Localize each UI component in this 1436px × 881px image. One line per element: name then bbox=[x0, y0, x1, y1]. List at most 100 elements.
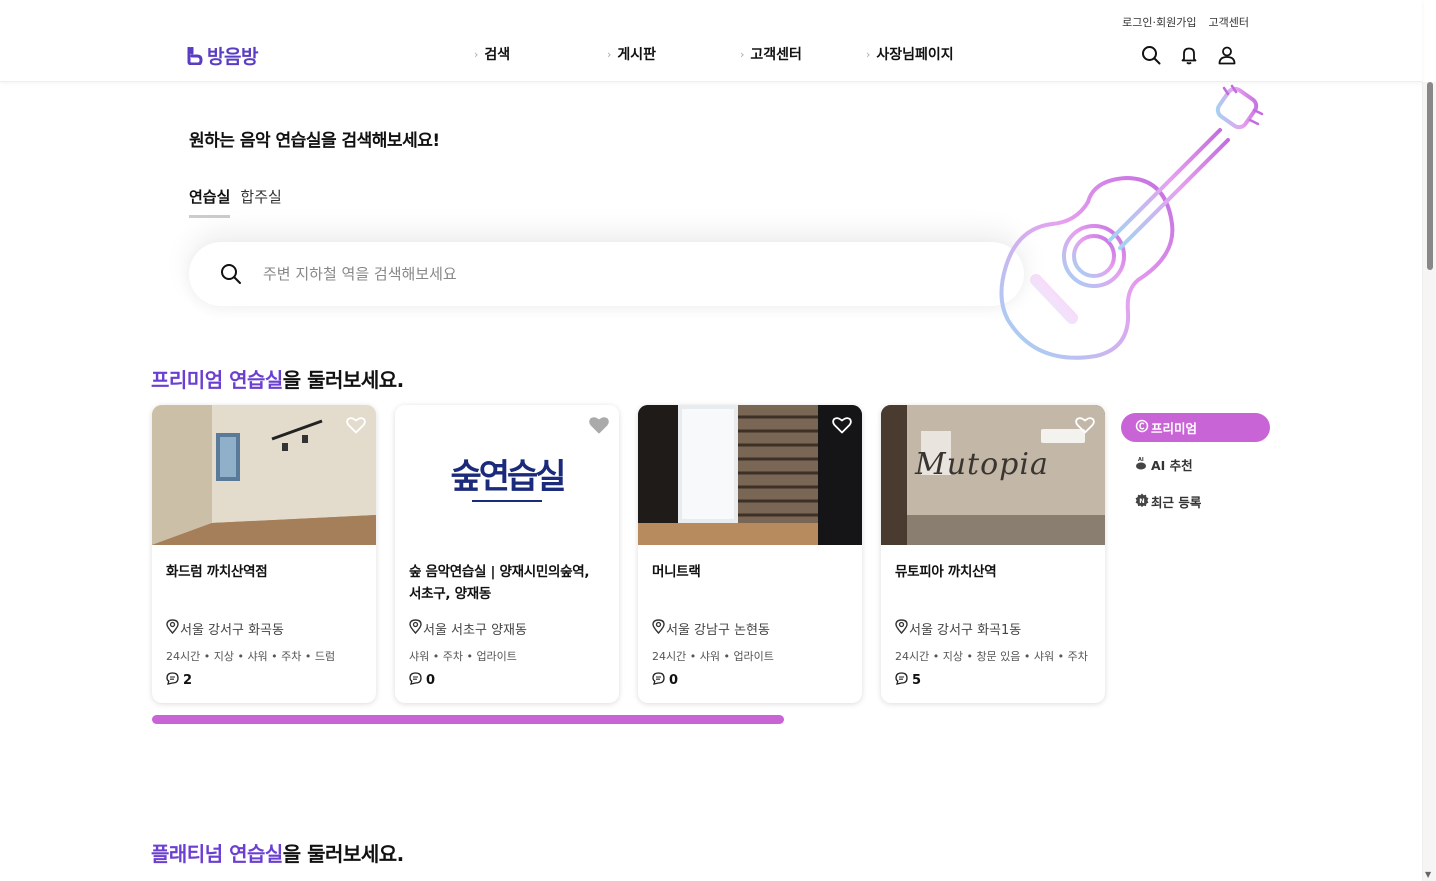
filter-ai-recommend[interactable]: AI AI 추천 bbox=[1121, 450, 1270, 479]
favorite-heart-icon[interactable] bbox=[345, 414, 367, 436]
guitar-illustration bbox=[999, 84, 1264, 360]
chevron-right-icon: › bbox=[866, 47, 871, 61]
address-text: 서울 서초구 양재동 bbox=[423, 623, 527, 638]
hero-title: 원하는 음악 연습실을 검색해보세요! bbox=[189, 131, 440, 151]
comment-icon bbox=[652, 672, 665, 689]
studio-logo-text: Mutopia bbox=[915, 447, 1049, 482]
main-nav: › 검색 › 게시판 › 고객센터 › 사장님페이지 bbox=[474, 44, 986, 64]
studio-name: 머니트랙 bbox=[652, 564, 701, 580]
studio-card[interactable]: 머니트랙 서울 강남구 논현동 24시간 • 샤워 • 업라이트 0 bbox=[638, 405, 862, 703]
premium-card-list: 화드럼 까치산역점 서울 강서구 화곡동 24시간 • 지상 • 샤워 • 주차… bbox=[152, 405, 1105, 703]
studio-photo bbox=[638, 405, 862, 545]
search-icon[interactable] bbox=[1140, 44, 1162, 66]
review-count-value: 5 bbox=[912, 673, 922, 688]
tab-practice-room[interactable]: 연습실 bbox=[189, 186, 231, 218]
filter-premium[interactable]: 프리미엄 bbox=[1121, 413, 1270, 442]
studio-address: 서울 서초구 양재동 bbox=[409, 619, 527, 638]
filter-recent[interactable]: N 최근 등록 bbox=[1121, 487, 1270, 516]
platinum-section-title: 플래티넘 연습실을 둘러보세요. bbox=[151, 838, 404, 867]
nav-item-search[interactable]: › 검색 bbox=[474, 44, 607, 64]
nav-label: 고객센터 bbox=[750, 47, 802, 63]
svg-text:AI: AI bbox=[1138, 457, 1144, 463]
filter-label: 최근 등록 bbox=[1151, 495, 1202, 510]
premium-badge-icon bbox=[1135, 419, 1149, 436]
scroll-down-arrow-icon[interactable]: ▼ bbox=[1425, 870, 1431, 879]
favorite-heart-icon[interactable] bbox=[1074, 414, 1096, 436]
studio-address: 서울 강서구 화곡동 bbox=[166, 619, 284, 638]
nav-label: 검색 bbox=[484, 47, 511, 63]
address-text: 서울 강서구 화곡동 bbox=[180, 623, 284, 638]
studio-photo bbox=[152, 405, 376, 545]
studio-name: 화드럼 까치산역점 bbox=[166, 564, 268, 580]
favorite-heart-icon[interactable] bbox=[831, 414, 853, 436]
location-pin-icon bbox=[895, 619, 908, 638]
search-bar bbox=[189, 242, 1024, 306]
site-logo[interactable]: 방음방 bbox=[186, 42, 258, 69]
room-photo-drawing bbox=[638, 405, 862, 545]
station-search-input[interactable] bbox=[263, 265, 963, 283]
review-count: 2 bbox=[166, 672, 192, 689]
section-title-rest: 을 둘러보세요. bbox=[282, 842, 404, 866]
studio-tags: 24시간 • 지상 • 창문 있음 • 샤워 • 주차 bbox=[895, 650, 1088, 663]
nav-item-customer-center[interactable]: › 고객센터 bbox=[740, 44, 866, 64]
studio-photo: Mutopia bbox=[881, 405, 1105, 545]
chevron-right-icon: › bbox=[740, 47, 745, 61]
review-count-value: 0 bbox=[426, 673, 436, 688]
logo-mark-icon bbox=[186, 46, 204, 65]
tab-ensemble-room[interactable]: 합주실 bbox=[240, 186, 281, 218]
studio-tags: 24시간 • 지상 • 샤워 • 주차 • 드럼 bbox=[166, 650, 336, 663]
comment-icon bbox=[166, 672, 179, 689]
studio-address: 서울 강서구 화곡1동 bbox=[895, 619, 1021, 638]
scrollbar-thumb[interactable] bbox=[1427, 82, 1433, 270]
location-pin-icon bbox=[409, 619, 422, 638]
filter-label: 프리미엄 bbox=[1151, 421, 1198, 436]
section-title-rest: 을 둘러보세요. bbox=[282, 368, 404, 392]
nav-label: 게시판 bbox=[617, 47, 657, 63]
header-actions bbox=[1140, 44, 1238, 66]
customer-center-link[interactable]: 고객센터 bbox=[1209, 14, 1249, 30]
review-count: 0 bbox=[409, 672, 435, 689]
review-count-value: 2 bbox=[183, 673, 193, 688]
logo-underline bbox=[472, 499, 542, 502]
nav-label: 사장님페이지 bbox=[876, 47, 954, 63]
studio-card[interactable]: 화드럼 까치산역점 서울 강서구 화곡동 24시간 • 지상 • 샤워 • 주차… bbox=[152, 405, 376, 703]
room-type-tabs: 연습실 합주실 bbox=[189, 186, 282, 218]
premium-section-title: 프리미엄 연습실을 둘러보세요. bbox=[151, 364, 404, 393]
section-title-accent: 플래티넘 연습실 bbox=[151, 842, 283, 866]
page-scrollbar[interactable]: ▼ bbox=[1422, 82, 1436, 881]
studio-logo-text: 숲연습실 bbox=[450, 456, 566, 497]
nav-item-board[interactable]: › 게시판 bbox=[607, 44, 740, 64]
search-icon[interactable] bbox=[219, 262, 243, 286]
svg-text:N: N bbox=[1139, 497, 1144, 505]
favorite-heart-icon[interactable] bbox=[588, 414, 610, 436]
login-signup-link[interactable]: 로그인·회원가입 bbox=[1122, 14, 1196, 30]
location-pin-icon bbox=[166, 619, 179, 638]
chevron-right-icon: › bbox=[607, 47, 612, 61]
nav-item-owner-page[interactable]: › 사장님페이지 bbox=[866, 44, 986, 64]
ai-cloud-icon: AI bbox=[1135, 456, 1149, 473]
location-pin-icon bbox=[652, 619, 665, 638]
studio-name: 숲 음악연습실 | 양재시민의숲역, 서초구, 양재동 bbox=[409, 564, 590, 602]
filter-label: AI 추천 bbox=[1151, 458, 1193, 473]
user-icon[interactable] bbox=[1216, 44, 1238, 66]
logo-text: 방음방 bbox=[207, 46, 258, 68]
comment-icon bbox=[895, 672, 908, 689]
address-text: 서울 강남구 논현동 bbox=[666, 623, 770, 638]
section-title-accent: 프리미엄 연습실 bbox=[151, 368, 283, 392]
studio-logo: 숲연습실 bbox=[450, 449, 567, 502]
top-header: 로그인·회원가입 고객센터 방음방 › 검색 › 게시판 › 고객센터 › 사장님페이지 bbox=[0, 0, 1422, 82]
chevron-right-icon: › bbox=[474, 47, 479, 61]
review-count: 0 bbox=[652, 672, 678, 689]
review-count-value: 0 bbox=[669, 673, 679, 688]
studio-tags: 샤워 • 주차 • 업라이트 bbox=[409, 650, 517, 663]
utility-links: 로그인·회원가입 고객센터 bbox=[1122, 14, 1249, 30]
studio-photo: 숲연습실 bbox=[395, 405, 619, 545]
studio-card[interactable]: Mutopia 뮤토피아 까치산역 서울 강서구 화곡1동 24시간 • 지상 … bbox=[881, 405, 1105, 703]
carousel-scroll-indicator[interactable] bbox=[152, 715, 784, 724]
studio-filter-list: 프리미엄 AI AI 추천 N 최근 등록 bbox=[1121, 413, 1270, 516]
address-text: 서울 강서구 화곡1동 bbox=[909, 623, 1022, 638]
bell-icon[interactable] bbox=[1178, 44, 1200, 66]
studio-card[interactable]: 숲연습실 숲 음악연습실 | 양재시민의숲역, 서초구, 양재동 서울 서초구 … bbox=[395, 405, 619, 703]
new-badge-icon: N bbox=[1135, 493, 1149, 510]
review-count: 5 bbox=[895, 672, 921, 689]
